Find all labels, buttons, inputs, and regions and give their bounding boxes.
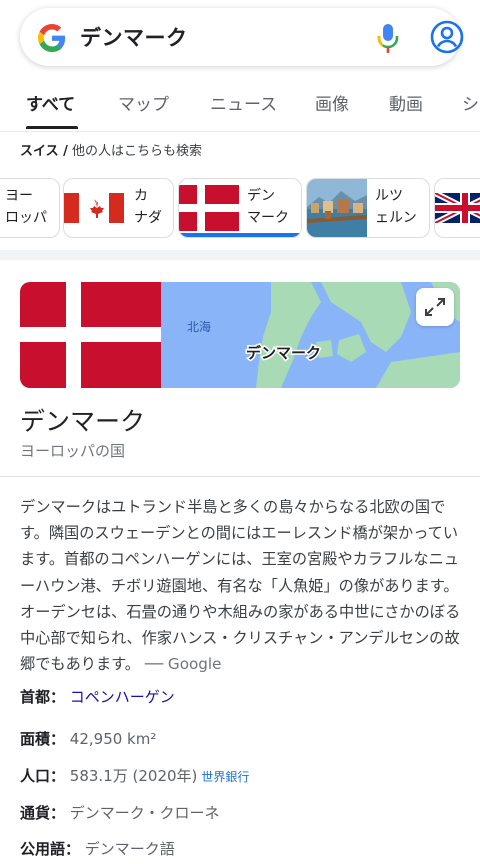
population-source-link[interactable]: 世界銀行 <box>201 770 249 784</box>
chip-uk[interactable] <box>434 178 480 238</box>
active-tab-indicator <box>26 126 78 129</box>
tab-all[interactable]: すべて <box>26 90 75 115</box>
knowledge-panel-hero[interactable]: 北海 デンマーク <box>20 282 460 388</box>
canada-flag-icon <box>64 193 124 223</box>
tab-videos[interactable]: 動画 <box>389 90 423 115</box>
fact-currency: 通貨： デンマーク・クローネ <box>20 804 220 822</box>
denmark-flag-icon <box>179 185 239 231</box>
fact-area: 面積： 42,950 km² <box>20 730 157 748</box>
chip-europe[interactable]: ヨー ロッパ <box>0 178 60 238</box>
related-chips: ヨー ロッパ カナダ デン マーク ルツ ェルン <box>0 176 480 240</box>
description-source-link[interactable]: ── Google <box>140 655 222 673</box>
panel-divider <box>0 476 480 477</box>
entity-subtitle: ヨーロッパの国 <box>20 442 126 460</box>
denmark-flag-image <box>20 282 161 388</box>
expand-icon <box>425 298 445 316</box>
lucerne-photo <box>307 179 367 237</box>
section-separator <box>0 250 480 260</box>
account-icon[interactable] <box>430 20 464 54</box>
tab-maps[interactable]: マップ <box>118 90 169 115</box>
chip-lucerne[interactable]: ルツ ェルン <box>306 178 430 238</box>
mic-icon[interactable] <box>376 22 400 54</box>
google-g-icon <box>38 24 66 52</box>
tab-images[interactable]: 画像 <box>315 90 349 115</box>
map-country-label: デンマーク <box>246 344 321 362</box>
active-chip-indicator <box>179 233 301 237</box>
expand-map-button[interactable] <box>416 288 454 326</box>
fact-population: 人口： 583.1万 (2020年) 世界銀行 <box>20 767 250 785</box>
related-searches-label: スイス / 他の人はこちらも検索 <box>20 144 203 159</box>
tab-more[interactable]: シ <box>462 90 479 115</box>
fact-language: 公用語： デンマーク語 <box>20 840 175 858</box>
search-tabs: すべて マップ ニュース 画像 動画 シ <box>0 84 480 132</box>
capital-link[interactable]: コペンハーゲン <box>70 688 175 706</box>
search-bar[interactable]: デンマーク <box>20 8 464 66</box>
chip-denmark[interactable]: デン マーク <box>178 178 302 238</box>
search-query[interactable]: デンマーク <box>80 22 188 52</box>
fact-capital: 首都： コペンハーゲン <box>20 688 175 706</box>
chip-canada[interactable]: カナダ <box>63 178 174 238</box>
entity-description: デンマークはユトランド半島と多くの島々からなる北欧の国です。隣国のスウェーデンと… <box>20 498 461 674</box>
tabs-divider <box>0 131 480 132</box>
tab-news[interactable]: ニュース <box>210 90 277 115</box>
entity-title: デンマーク <box>20 407 146 436</box>
uk-flag-icon <box>435 193 480 223</box>
map-sea-label: 北海 <box>187 319 211 334</box>
